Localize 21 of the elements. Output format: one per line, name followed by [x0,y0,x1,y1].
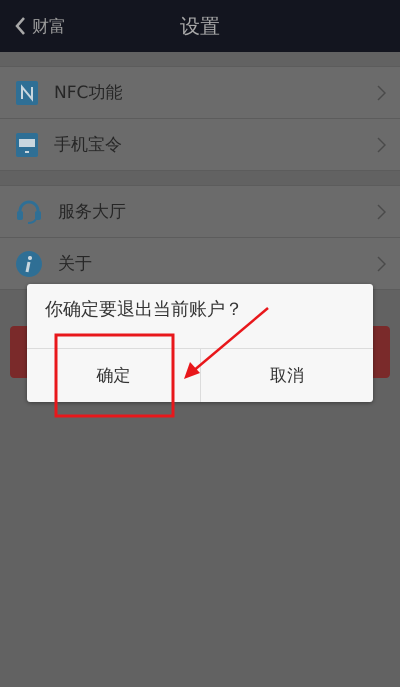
token-icon [16,132,38,156]
dialog-button[interactable]: 确定 [27,349,200,402]
chevron-icon [377,256,386,272]
settings-item[interactable]: 服务大厅 [0,186,400,237]
chevron-icon [377,204,386,220]
settings-item[interactable]: NFC功能 [0,67,400,118]
nfc-icon [16,80,38,104]
dialog-button[interactable]: 取消 [200,349,373,402]
page-title: 设置 [179,12,221,40]
info-icon [16,250,42,276]
item-label: 服务大厅 [58,201,127,223]
dialog-message: 你确定要退出当前账户？ [45,298,243,321]
back-label[interactable]: 财富 [32,14,66,38]
chevron-icon [377,84,386,100]
chevron-icon [377,136,386,152]
item-label: NFC功能 [54,82,124,104]
headset-icon [16,198,42,224]
item-label: 关于 [58,253,93,275]
item-label: 手机宝令 [54,134,123,156]
back-icon[interactable] [14,16,26,36]
settings-item[interactable]: 手机宝令 [0,118,400,170]
